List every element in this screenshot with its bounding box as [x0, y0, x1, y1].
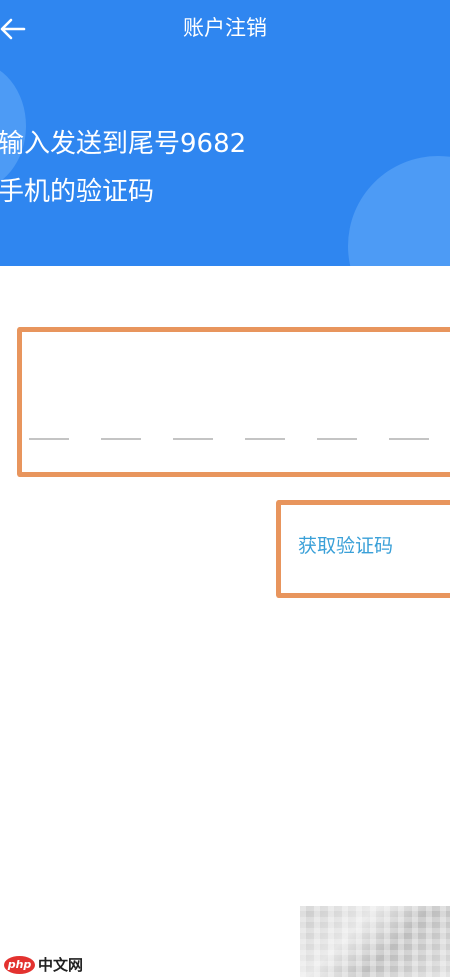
get-code-button[interactable]: 获取验证码	[298, 532, 393, 560]
code-slot-1	[29, 438, 69, 440]
php-logo: php	[4, 956, 35, 974]
watermark: php 中文网	[4, 954, 83, 976]
decorative-circle-right	[348, 156, 450, 266]
verification-code-input[interactable]	[17, 327, 450, 477]
code-slot-3	[173, 438, 213, 440]
code-slots	[29, 438, 429, 440]
watermark-text: 中文网	[38, 956, 84, 974]
header: 账户注销 输入发送到尾号9682 手机的验证码	[0, 0, 450, 266]
account-cancellation-screen: 账户注销 输入发送到尾号9682 手机的验证码 获取验证码 php 中文网	[0, 0, 450, 977]
blurred-image	[300, 906, 450, 977]
page-title: 账户注销	[183, 16, 267, 40]
code-slot-5	[317, 438, 357, 440]
code-slot-4	[245, 438, 285, 440]
prompt-line-1: 输入发送到尾号9682	[0, 129, 247, 159]
code-slot-6	[389, 438, 429, 440]
prompt-line-2: 手机的验证码	[0, 177, 155, 207]
code-slot-2	[101, 438, 141, 440]
verification-prompt: 输入发送到尾号9682 手机的验证码	[0, 120, 246, 216]
